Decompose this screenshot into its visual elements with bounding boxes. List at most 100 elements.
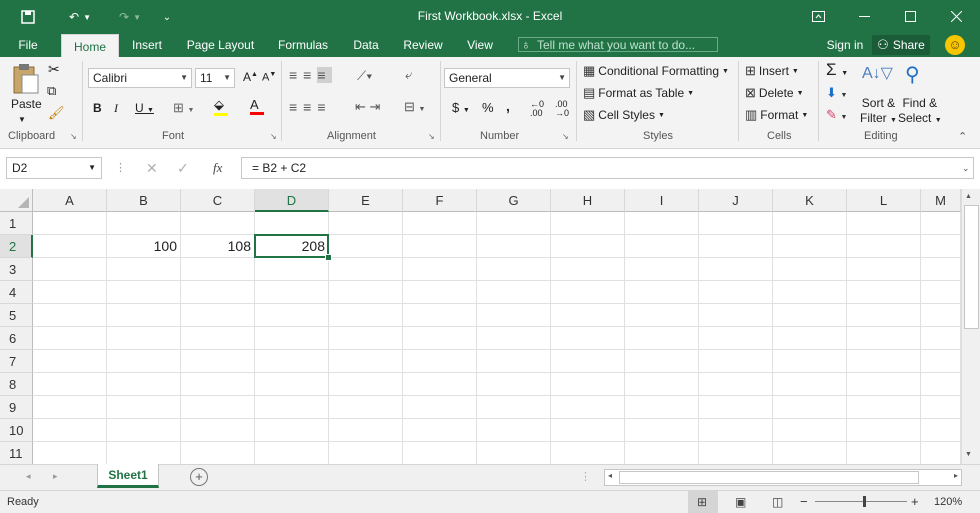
paste-button[interactable]: Paste xyxy=(11,97,42,111)
cell-c8[interactable] xyxy=(181,373,255,396)
cancel-icon[interactable]: ✕ xyxy=(146,160,158,177)
cell-e2[interactable] xyxy=(329,235,403,258)
increase-decimal-icon[interactable]: ←0.00 xyxy=(530,100,544,118)
row-header-1[interactable]: 1 xyxy=(0,212,33,235)
cell-d9[interactable] xyxy=(255,396,329,419)
cell-i1[interactable] xyxy=(625,212,699,235)
cell-i4[interactable] xyxy=(625,281,699,304)
conditional-formatting-button[interactable]: ▦ Conditional Formatting ▼ xyxy=(583,63,729,79)
cell-l7[interactable] xyxy=(847,350,921,373)
row-header-10[interactable]: 10 xyxy=(0,419,33,442)
cell-e6[interactable] xyxy=(329,327,403,350)
row-header-6[interactable]: 6 xyxy=(0,327,33,350)
cell-d7[interactable] xyxy=(255,350,329,373)
scroll-left-icon[interactable]: ◂ xyxy=(608,471,612,480)
new-sheet-icon[interactable]: + xyxy=(190,468,208,486)
paste-icon[interactable] xyxy=(10,63,40,95)
cell-b1[interactable] xyxy=(107,212,181,235)
sign-in-link[interactable]: Sign in xyxy=(822,33,868,57)
cell-k3[interactable] xyxy=(773,258,847,281)
column-header-i[interactable]: I xyxy=(625,189,699,212)
indent-icons[interactable]: ⇤ ⇥ xyxy=(355,99,380,115)
cell-h3[interactable] xyxy=(551,258,625,281)
cell-m3[interactable] xyxy=(921,258,961,281)
cell-e3[interactable] xyxy=(329,258,403,281)
cell-i10[interactable] xyxy=(625,419,699,442)
zoom-slider-thumb[interactable] xyxy=(863,496,867,507)
cell-i9[interactable] xyxy=(625,396,699,419)
cell-a3[interactable] xyxy=(33,258,107,281)
row-header-5[interactable]: 5 xyxy=(0,304,33,327)
cell-i6[interactable] xyxy=(625,327,699,350)
cell-m7[interactable] xyxy=(921,350,961,373)
row-header-11[interactable]: 11 xyxy=(0,442,33,465)
cell-a5[interactable] xyxy=(33,304,107,327)
scroll-down-icon[interactable]: ▼ xyxy=(965,451,972,458)
cell-l2[interactable] xyxy=(847,235,921,258)
cell-a9[interactable] xyxy=(33,396,107,419)
cell-e10[interactable] xyxy=(329,419,403,442)
cell-k11[interactable] xyxy=(773,442,847,465)
row-header-4[interactable]: 4 xyxy=(0,281,33,304)
cell-b9[interactable] xyxy=(107,396,181,419)
vertical-align-icons[interactable]: ≡≡≡ xyxy=(289,67,332,83)
cell-g1[interactable] xyxy=(477,212,551,235)
tab-insert[interactable]: Insert xyxy=(126,33,168,57)
cell-c5[interactable] xyxy=(181,304,255,327)
find-select-button[interactable]: Find & Select ▼ xyxy=(898,96,942,128)
cell-h2[interactable] xyxy=(551,235,625,258)
tab-review[interactable]: Review xyxy=(398,33,448,57)
cell-j2[interactable] xyxy=(699,235,773,258)
cell-g7[interactable] xyxy=(477,350,551,373)
currency-icon[interactable]: $ ▼ xyxy=(452,100,470,115)
scroll-sheets-left-icon[interactable]: ◂ xyxy=(26,471,31,482)
column-header-l[interactable]: L xyxy=(847,189,921,212)
sort-filter-button[interactable]: Sort & Filter ▼ xyxy=(860,96,897,128)
cell-c2[interactable]: 108 xyxy=(181,235,255,258)
cell-l4[interactable] xyxy=(847,281,921,304)
enter-icon[interactable]: ✓ xyxy=(177,160,189,177)
number-dialog-launcher-icon[interactable]: ↘ xyxy=(562,132,569,141)
cell-h9[interactable] xyxy=(551,396,625,419)
cell-f8[interactable] xyxy=(403,373,477,396)
cell-j7[interactable] xyxy=(699,350,773,373)
column-header-j[interactable]: J xyxy=(699,189,773,212)
column-header-m[interactable]: M xyxy=(921,189,961,212)
delete-cells-button[interactable]: ⊠ Delete ▼ xyxy=(745,85,804,101)
cell-l1[interactable] xyxy=(847,212,921,235)
cell-h8[interactable] xyxy=(551,373,625,396)
cell-c10[interactable] xyxy=(181,419,255,442)
cell-k7[interactable] xyxy=(773,350,847,373)
scroll-sheets-right-icon[interactable]: ▸ xyxy=(53,471,58,482)
column-header-e[interactable]: E xyxy=(329,189,403,212)
cell-f6[interactable] xyxy=(403,327,477,350)
increase-font-icon[interactable]: A▲ xyxy=(243,70,258,84)
cell-l5[interactable] xyxy=(847,304,921,327)
tab-home[interactable]: Home xyxy=(61,34,119,57)
cell-b2[interactable]: 100 xyxy=(107,235,181,258)
cell-h10[interactable] xyxy=(551,419,625,442)
format-painter-icon[interactable]: 🖌 xyxy=(48,105,65,121)
cell-f7[interactable] xyxy=(403,350,477,373)
cell-a11[interactable] xyxy=(33,442,107,465)
row-header-8[interactable]: 8 xyxy=(0,373,33,396)
cell-b5[interactable] xyxy=(107,304,181,327)
column-header-a[interactable]: A xyxy=(33,189,107,212)
tab-split-grip-icon[interactable]: ⋮ xyxy=(580,470,591,483)
cell-k4[interactable] xyxy=(773,281,847,304)
cell-i11[interactable] xyxy=(625,442,699,465)
sort-filter-icon[interactable]: A↓▽ xyxy=(862,63,893,83)
tab-page-layout[interactable]: Page Layout xyxy=(183,33,258,57)
zoom-level[interactable]: 120% xyxy=(934,496,962,508)
horizontal-align-icons[interactable]: ≡≡≡ xyxy=(289,99,332,115)
copy-icon[interactable]: ⧉ xyxy=(47,83,56,99)
cell-a10[interactable] xyxy=(33,419,107,442)
cell-e5[interactable] xyxy=(329,304,403,327)
cut-icon[interactable]: ✂ xyxy=(48,61,60,78)
collapse-ribbon-icon[interactable]: ⌃ xyxy=(958,130,967,143)
horizontal-scroll-thumb[interactable] xyxy=(619,471,919,484)
decrease-decimal-icon[interactable]: .00 →0 xyxy=(555,100,569,118)
row-header-3[interactable]: 3 xyxy=(0,258,33,281)
insert-function-icon[interactable]: fx xyxy=(213,160,222,176)
tab-formulas[interactable]: Formulas xyxy=(272,33,334,57)
